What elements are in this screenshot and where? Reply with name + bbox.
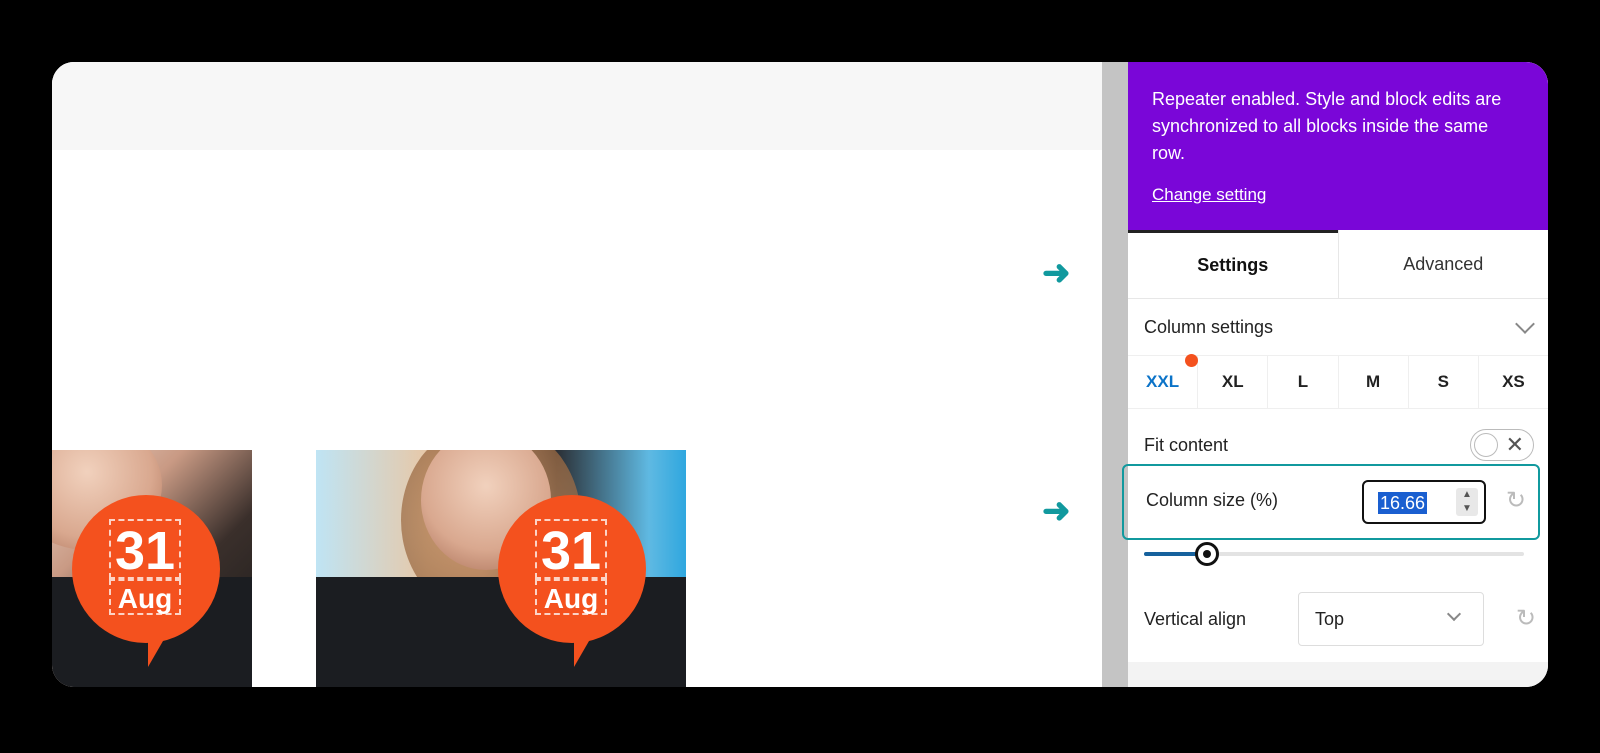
slider-thumb[interactable] — [1195, 542, 1220, 566]
settings-panel: Repeater enabled. Style and block edits … — [1122, 62, 1548, 687]
editor-window: 31 Aug 31 Aug ➜ ➜ Repeater enabled. Styl… — [52, 62, 1548, 687]
column-size-inner: Column size (%) 16.66 ▲ ▼ ↻ — [1130, 466, 1538, 534]
event-card[interactable]: 31 Aug — [52, 450, 252, 687]
notice-text: Repeater enabled. Style and block edits … — [1152, 89, 1502, 163]
spinner-down-icon[interactable]: ▼ — [1456, 502, 1478, 516]
breakpoint-s[interactable]: S — [1409, 356, 1479, 408]
top-strip — [52, 62, 1102, 150]
column-size-slider[interactable] — [1144, 542, 1524, 566]
breakpoint-m[interactable]: M — [1339, 356, 1409, 408]
panel-tabs: Settings Advanced — [1128, 230, 1548, 299]
section-title: Column settings — [1144, 316, 1274, 337]
badge-month: Aug — [535, 579, 607, 615]
column-size-value: 16.66 — [1378, 492, 1428, 514]
reset-icon[interactable]: ↻ — [1506, 486, 1526, 515]
vertical-align-label: Vertical align — [1144, 608, 1247, 629]
chevron-down-icon — [1515, 314, 1535, 334]
tab-settings[interactable]: Settings — [1128, 230, 1338, 298]
toggle-knob — [1474, 433, 1498, 457]
vertical-align-value: Top — [1315, 608, 1345, 629]
badge-day: 31 — [535, 519, 607, 581]
badge-tail — [574, 615, 604, 667]
preview-canvas: 31 Aug 31 Aug ➜ ➜ — [52, 62, 1102, 687]
badge-day: 31 — [109, 519, 181, 581]
breakpoint-xl[interactable]: XL — [1198, 356, 1269, 408]
badge-tail — [148, 615, 178, 667]
breakpoint-selector: XXL XL L M S XS — [1128, 354, 1548, 409]
spinner-arrows-icon[interactable]: ▲ ▼ — [1456, 488, 1478, 516]
chevron-down-icon — [1446, 606, 1462, 622]
breakpoint-l[interactable]: L — [1268, 356, 1339, 408]
date-badge: 31 Aug — [72, 495, 220, 667]
repeater-notice: Repeater enabled. Style and block edits … — [1128, 62, 1548, 230]
panel-scroll-gutter[interactable] — [1102, 62, 1128, 687]
close-icon: ✕ — [1505, 432, 1524, 457]
column-size-input[interactable]: 16.66 ▲ ▼ — [1362, 480, 1486, 524]
active-indicator-dot — [1185, 354, 1198, 367]
date-badge: 31 Aug — [498, 495, 646, 667]
panel-footer-strip — [1128, 662, 1548, 687]
column-size-row: Column size (%) 16.66 ▲ ▼ ↻ — [1122, 464, 1540, 540]
change-setting-link[interactable]: Change setting — [1152, 181, 1266, 208]
fit-content-row: Fit content ✕ — [1128, 428, 1548, 462]
column-size-label: Column size (%) — [1146, 489, 1279, 510]
breakpoint-xs[interactable]: XS — [1479, 356, 1548, 408]
tab-advanced[interactable]: Advanced — [1337, 230, 1549, 298]
fit-content-label: Fit content — [1144, 434, 1229, 455]
vertical-align-select[interactable]: Top — [1298, 592, 1484, 646]
spinner-up-icon[interactable]: ▲ — [1456, 488, 1478, 502]
column-settings-header[interactable]: Column settings — [1128, 299, 1548, 356]
arrow-right-icon: ➜ — [1042, 492, 1071, 530]
event-card[interactable]: 31 Aug — [316, 450, 686, 687]
reset-icon[interactable]: ↻ — [1516, 604, 1536, 633]
fit-content-toggle[interactable]: ✕ — [1470, 429, 1534, 461]
arrow-right-icon: ➜ — [1042, 254, 1071, 292]
badge-month: Aug — [109, 579, 181, 615]
